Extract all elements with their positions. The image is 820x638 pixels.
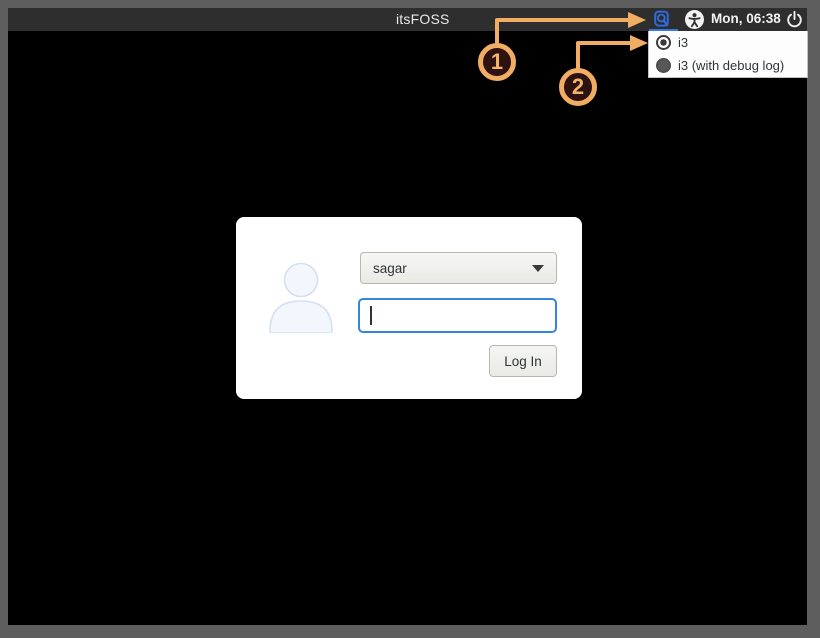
annotation-step-2-number: 2	[572, 74, 584, 100]
radio-unselected-icon	[656, 58, 671, 73]
session-badge-icon	[653, 10, 671, 28]
session-menu-item-i3-debug[interactable]: i3 (with debug log)	[649, 54, 807, 77]
username-selected-value: sagar	[373, 261, 532, 276]
clock-label[interactable]: Mon, 06:38	[711, 11, 781, 26]
top-bar: itsFOSS Mon, 06:38	[8, 8, 807, 31]
session-menu: i3 i3 (with debug log)	[648, 31, 808, 78]
annotation-arrow-2-head	[630, 35, 648, 51]
annotation-arrow-1-head	[628, 12, 646, 28]
annotation-arrow-2-line	[578, 41, 632, 45]
annotation-step-2-badge: 2	[559, 68, 597, 106]
annotation-arrow-1-stem	[495, 18, 499, 46]
user-avatar	[266, 255, 336, 338]
annotation-step-1-number: 1	[491, 49, 503, 75]
annotation-step-1-badge: 1	[478, 43, 516, 81]
username-dropdown[interactable]: sagar	[360, 252, 557, 284]
user-avatar-icon	[266, 255, 336, 333]
session-menu-item-i3[interactable]: i3	[649, 31, 807, 54]
screenshot-frame: itsFOSS Mon, 06:38	[0, 0, 820, 638]
login-dialog: sagar Log In	[236, 217, 582, 399]
session-selector-button[interactable]	[653, 10, 671, 28]
login-button[interactable]: Log In	[489, 345, 557, 377]
radio-selected-icon	[656, 35, 671, 50]
chevron-down-icon	[532, 265, 544, 272]
session-option-label: i3 (with debug log)	[678, 58, 784, 73]
session-option-label: i3	[678, 35, 688, 50]
annotation-arrow-1-line	[497, 18, 630, 22]
accessibility-menu-button[interactable]	[684, 9, 705, 30]
password-input[interactable]	[358, 298, 557, 333]
accessibility-icon	[684, 9, 705, 30]
annotation-arrow-2-stem	[576, 41, 580, 70]
power-icon	[785, 10, 804, 29]
desktop-background: itsFOSS Mon, 06:38	[8, 8, 807, 625]
power-menu-button[interactable]	[785, 10, 804, 29]
hostname-label: itsFOSS	[396, 11, 450, 27]
